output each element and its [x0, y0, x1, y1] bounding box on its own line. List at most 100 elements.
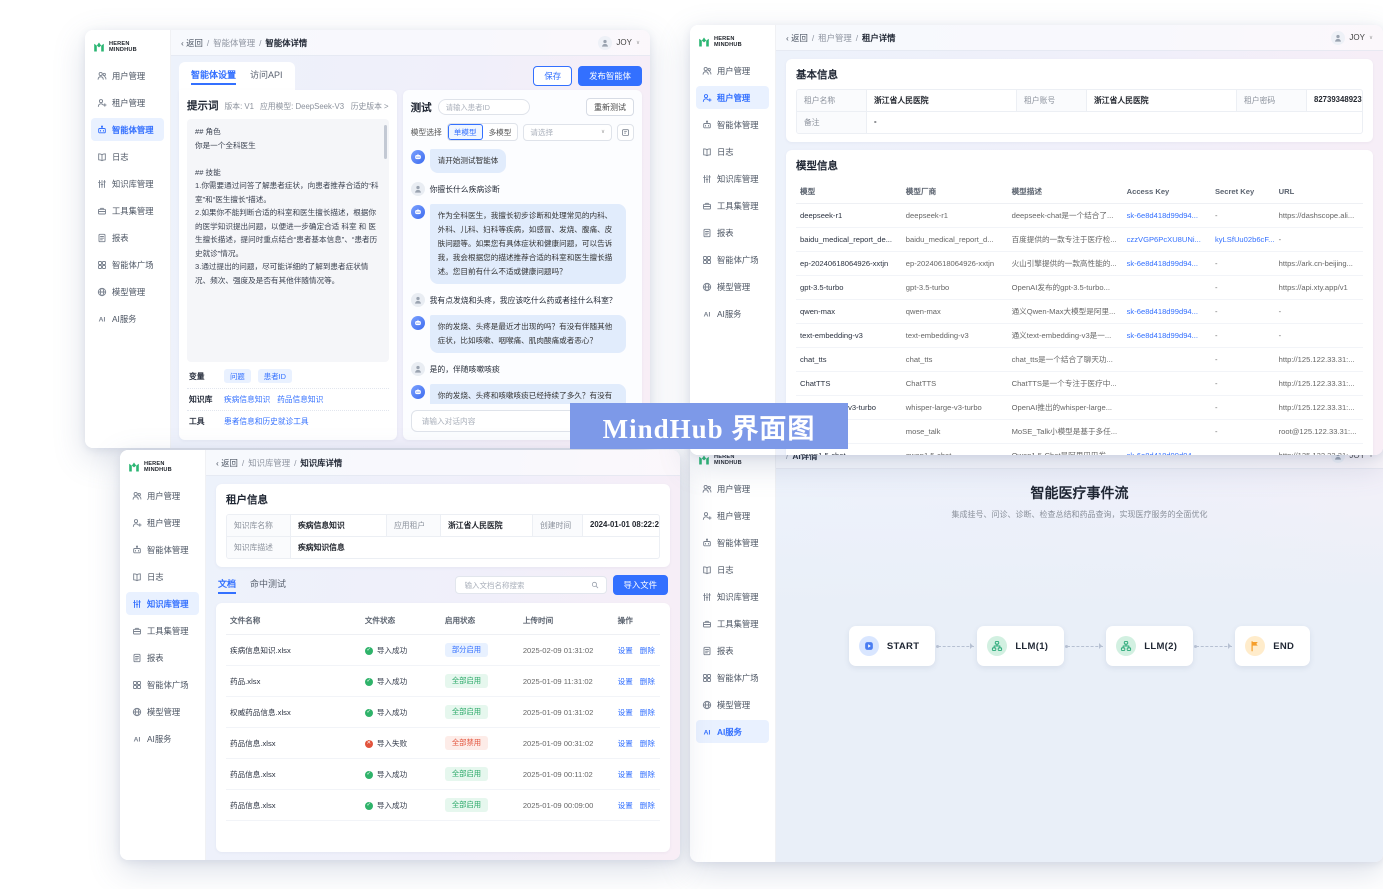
breadcrumb-item[interactable]: 租户管理 — [818, 32, 852, 44]
sidebar-item-tenants[interactable]: 租户管理 — [126, 511, 199, 534]
sidebar-item-reports[interactable]: 报表 — [696, 221, 769, 244]
variable-tag[interactable]: 问题 — [224, 369, 251, 383]
knowledge-base-link[interactable]: 疾病信息知识 — [224, 394, 270, 405]
sidebar-item-ai-services[interactable]: AIAI服务 — [696, 720, 769, 743]
cell: text-embedding-v3 — [796, 324, 902, 348]
publish-agent-button[interactable]: 发布智能体 — [578, 66, 642, 86]
breadcrumb-item[interactable]: 知识库管理 — [248, 457, 290, 469]
sidebar-item-models[interactable]: 模型管理 — [696, 693, 769, 716]
topbar: ‹ 返回/智能体管理/智能体详情 JOY ∨ — [171, 30, 650, 56]
sidebar-item-ai-services[interactable]: AIAI服务 — [696, 302, 769, 325]
model-select[interactable]: 请选择 ∨ — [523, 124, 612, 141]
sidebar-item-toolsets[interactable]: 工具集管理 — [126, 619, 199, 642]
sidebar-item-toolsets[interactable]: 工具集管理 — [696, 612, 769, 635]
scrollbar-thumb[interactable] — [384, 125, 387, 159]
flow-node-llm-1[interactable]: LLM(1) — [977, 626, 1064, 666]
settings-link[interactable]: 设置 — [618, 739, 633, 748]
sidebar-item-agents[interactable]: 智能体管理 — [696, 531, 769, 554]
table-row: baidu_medical_report_de...baidu_medical_… — [796, 228, 1363, 252]
sidebar-item-agent-plaza[interactable]: 智能体广场 — [126, 673, 199, 696]
sidebar-item-logs[interactable]: 日志 — [126, 565, 199, 588]
tab-agent-settings[interactable]: 智能体设置 — [191, 68, 236, 85]
sidebar-item-toolsets[interactable]: 工具集管理 — [696, 194, 769, 217]
prompt-editor[interactable]: ## 角色 你是一个全科医生 ## 技能 1.你需要通过问答了解患者症状，向患者… — [187, 119, 389, 362]
breadcrumb-back-link[interactable]: ‹ 返回 — [181, 37, 203, 49]
sidebar-item-agents[interactable]: 智能体管理 — [126, 538, 199, 561]
breadcrumb-back-link[interactable]: ‹ 返回 — [216, 457, 238, 469]
chat-list[interactable]: 请开始测试智能体你擅长什么疾病诊断作为全科医生，我擅长初步诊断和处理常见的内科、… — [411, 149, 634, 404]
sidebar-item-models[interactable]: 模型管理 — [126, 700, 199, 723]
delete-link[interactable]: 删除 — [640, 708, 655, 717]
sidebar-item-models[interactable]: 模型管理 — [91, 280, 164, 303]
settings-link[interactable]: 设置 — [618, 646, 633, 655]
sidebar-item-tenants[interactable]: 租户管理 — [696, 86, 769, 109]
sidebar-item-users[interactable]: 用户管理 — [696, 59, 769, 82]
sidebar-item-ai-services[interactable]: AIAI服务 — [126, 727, 199, 750]
delete-link[interactable]: 删除 — [640, 677, 655, 686]
sidebar-item-agent-plaza[interactable]: 智能体广场 — [91, 253, 164, 276]
variable-tag[interactable]: 患者ID — [258, 369, 292, 383]
plaza-icon — [702, 255, 712, 265]
model-mode-option[interactable]: 单模型 — [448, 124, 483, 140]
sidebar-item-agents[interactable]: 智能体管理 — [696, 113, 769, 136]
sidebar-item-ai-services[interactable]: AIAI服务 — [91, 307, 164, 330]
sidebar-item-users[interactable]: 用户管理 — [91, 64, 164, 87]
sidebar-item-models[interactable]: 模型管理 — [696, 275, 769, 298]
sidebar-item-agent-plaza[interactable]: 智能体广场 — [696, 248, 769, 271]
user-menu[interactable]: JOY ∨ — [1331, 31, 1373, 45]
table-row: 药品信息.xlsx✓导入成功全部启用2025-01-09 00:11:02设置删… — [226, 759, 660, 790]
delete-link[interactable]: 删除 — [640, 770, 655, 779]
cell: 百度提供的一款专注于医疗检... — [1008, 228, 1123, 252]
breadcrumb-back-link[interactable]: ‹ 返回 — [786, 32, 808, 44]
flow-node-end[interactable]: END — [1235, 626, 1310, 666]
tenant-icon — [702, 93, 712, 103]
import-file-button[interactable]: 导入文件 — [613, 575, 669, 595]
flow-node-llm-2[interactable]: LLM(2) — [1106, 626, 1193, 666]
settings-link[interactable]: 设置 — [618, 801, 633, 810]
sidebar-item-tenants[interactable]: 租户管理 — [696, 504, 769, 527]
sidebar: HERENMINDHUB用户管理租户管理智能体管理日志知识库管理工具集管理报表智… — [690, 25, 776, 455]
breadcrumb-item[interactable]: 智能体管理 — [213, 37, 255, 49]
settings-link[interactable]: 设置 — [618, 770, 633, 779]
sidebar-item-agents[interactable]: 智能体管理 — [91, 118, 164, 141]
sidebar-item-logs[interactable]: 日志 — [696, 558, 769, 581]
chat-history-icon[interactable] — [617, 124, 634, 141]
patient-id-input[interactable] — [438, 99, 530, 115]
sidebar-item-label: 用户管理 — [112, 70, 145, 82]
tab-api-access[interactable]: 访问API — [250, 68, 283, 85]
flow-node-start[interactable]: START — [849, 626, 935, 666]
tool-link[interactable]: 患者信息和历史就诊工具 — [224, 416, 309, 427]
history-versions-link[interactable]: 历史版本 > — [351, 101, 389, 112]
prompt-title: 提示词 — [187, 98, 219, 113]
settings-link[interactable]: 设置 — [618, 677, 633, 686]
delete-link[interactable]: 删除 — [640, 646, 655, 655]
sidebar-item-reports[interactable]: 报表 — [696, 639, 769, 662]
meta-label: 变量 — [189, 371, 217, 382]
sidebar-item-reports[interactable]: 报表 — [91, 226, 164, 249]
sidebar-item-knowledge[interactable]: 知识库管理 — [696, 167, 769, 190]
user-menu[interactable]: JOY ∨ — [598, 36, 640, 50]
delete-link[interactable]: 删除 — [640, 739, 655, 748]
sidebar-item-users[interactable]: 用户管理 — [126, 484, 199, 507]
sidebar-item-users[interactable]: 用户管理 — [696, 477, 769, 500]
sidebar-item-toolsets[interactable]: 工具集管理 — [91, 199, 164, 222]
tab-hit-test[interactable]: 命中测试 — [250, 577, 286, 594]
sidebar-item-agent-plaza[interactable]: 智能体广场 — [696, 666, 769, 689]
sidebar-item-tenants[interactable]: 租户管理 — [91, 91, 164, 114]
retest-button[interactable]: 重新测试 — [586, 98, 634, 116]
delete-link[interactable]: 删除 — [640, 801, 655, 810]
sidebar-item-reports[interactable]: 报表 — [126, 646, 199, 669]
sidebar-item-knowledge[interactable]: 知识库管理 — [91, 172, 164, 195]
sidebar-item-logs[interactable]: 日志 — [91, 145, 164, 168]
sidebar-item-logs[interactable]: 日志 — [696, 140, 769, 163]
model-mode-option[interactable]: 多模型 — [483, 124, 518, 140]
tab-documents[interactable]: 文档 — [218, 577, 236, 594]
settings-link[interactable]: 设置 — [618, 708, 633, 717]
sidebar-item-label: 智能体管理 — [717, 537, 759, 549]
knowledge-base-link[interactable]: 药品信息知识 — [277, 394, 323, 405]
sidebar-item-knowledge[interactable]: 知识库管理 — [696, 585, 769, 608]
avatar — [598, 36, 612, 50]
sidebar-item-knowledge[interactable]: 知识库管理 — [126, 592, 199, 615]
doc-search-input[interactable] — [463, 580, 587, 591]
save-button[interactable]: 保存 — [533, 66, 572, 86]
